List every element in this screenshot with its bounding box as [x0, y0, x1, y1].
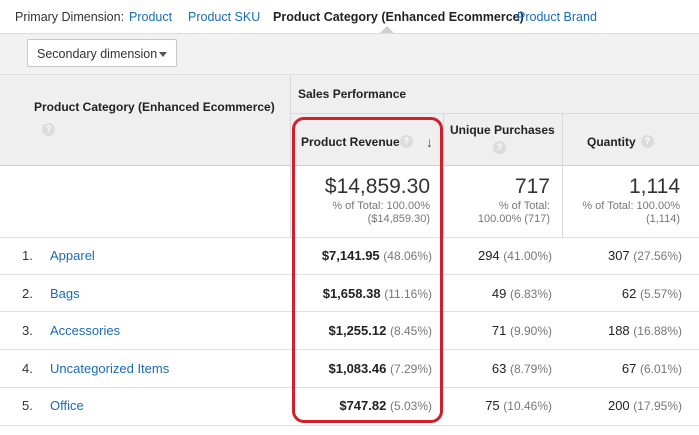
divider: [443, 113, 444, 237]
primary-dimension-label: Primary Dimension:: [15, 10, 125, 24]
total-purchases-value: 717: [514, 175, 550, 198]
total-quantity-pct: % of Total: 100.00%: [582, 200, 680, 212]
row-quantity: 62 (5.57%): [622, 286, 682, 301]
row-number: 2.: [22, 286, 33, 301]
quantity-value: 188: [607, 323, 630, 338]
row-number: 4.: [22, 361, 33, 376]
total-purchases-abs: 100.00% (717): [477, 213, 550, 225]
active-dimension-caret: [380, 26, 394, 33]
total-quantity-abs: (1,114): [645, 213, 680, 225]
row-category-link[interactable]: Bags: [50, 286, 80, 301]
quantity-pct: (5.57%): [639, 287, 682, 301]
purchases-pct: (10.46%): [503, 399, 552, 413]
quantity-value: 307: [607, 248, 630, 263]
row-purchases: 49 (6.83%): [492, 286, 552, 301]
row-purchases: 75 (10.46%): [485, 398, 552, 413]
divider: [562, 113, 563, 237]
unique-purchases-header[interactable]: Unique Purchases: [450, 123, 555, 137]
row-number: 1.: [22, 248, 33, 263]
help-icon[interactable]: ?: [42, 123, 55, 136]
quantity-pct: (6.01%): [639, 362, 682, 376]
help-icon[interactable]: ?: [641, 135, 654, 148]
total-quantity-value: 1,114: [629, 175, 680, 198]
purchases-pct: (8.79%): [509, 362, 552, 376]
row-category-link[interactable]: Accessories: [50, 323, 120, 338]
quantity-value: 62: [621, 286, 637, 301]
purchases-value: 63: [491, 361, 507, 376]
divider: [290, 75, 291, 237]
quantity-pct: (17.95%): [633, 399, 682, 413]
row-category-link[interactable]: Office: [50, 398, 84, 413]
dimension-option-product-sku[interactable]: Product SKU: [188, 10, 260, 24]
divider: [0, 425, 699, 426]
purchases-pct: (9.90%): [509, 324, 552, 338]
dimension-option-product-category[interactable]: Product Category (Enhanced Ecommerce): [273, 10, 524, 24]
purchases-value: 71: [491, 323, 507, 338]
row-quantity: 307 (27.56%): [608, 248, 682, 263]
row-number: 3.: [22, 323, 33, 338]
help-icon[interactable]: ?: [493, 141, 506, 154]
dimension-option-product[interactable]: Product: [129, 10, 172, 24]
row-purchases: 294 (41.00%): [478, 248, 552, 263]
dimension-column-header[interactable]: Product Category (Enhanced Ecommerce): [34, 100, 275, 114]
secondary-dimension-label: Secondary dimension: [37, 47, 158, 61]
row-purchases: 71 (9.90%): [492, 323, 552, 338]
dimension-option-product-brand[interactable]: Product Brand: [517, 10, 597, 24]
row-quantity: 67 (6.01%): [622, 361, 682, 376]
quantity-header[interactable]: Quantity: [587, 135, 636, 149]
quantity-value: 200: [607, 398, 630, 413]
quantity-pct: (16.88%): [633, 324, 682, 338]
purchases-value: 49: [491, 286, 507, 301]
quantity-value: 67: [621, 361, 637, 376]
revenue-column-highlight: [292, 117, 443, 423]
divider: [0, 74, 699, 75]
dimension-header-cell: [0, 75, 290, 165]
purchases-value: 294: [477, 248, 500, 263]
chevron-down-icon: [159, 52, 167, 57]
total-purchases-pct: % of Total:: [498, 200, 550, 212]
divider: [290, 113, 699, 114]
purchases-pct: (6.83%): [509, 287, 552, 301]
row-quantity: 200 (17.95%): [608, 398, 682, 413]
purchases-value: 75: [485, 398, 500, 413]
secondary-dimension-dropdown[interactable]: Secondary dimension: [27, 39, 177, 67]
row-category-link[interactable]: Apparel: [50, 248, 95, 263]
sales-performance-header: Sales Performance: [298, 87, 407, 101]
purchases-pct: (41.00%): [503, 249, 552, 263]
row-quantity: 188 (16.88%): [608, 323, 682, 338]
row-number: 5.: [22, 398, 33, 413]
quantity-pct: (27.56%): [633, 249, 682, 263]
primary-dimension-bar: Primary Dimension: Product Product SKU P…: [0, 0, 699, 34]
row-category-link[interactable]: Uncategorized Items: [50, 361, 169, 376]
row-purchases: 63 (8.79%): [492, 361, 552, 376]
